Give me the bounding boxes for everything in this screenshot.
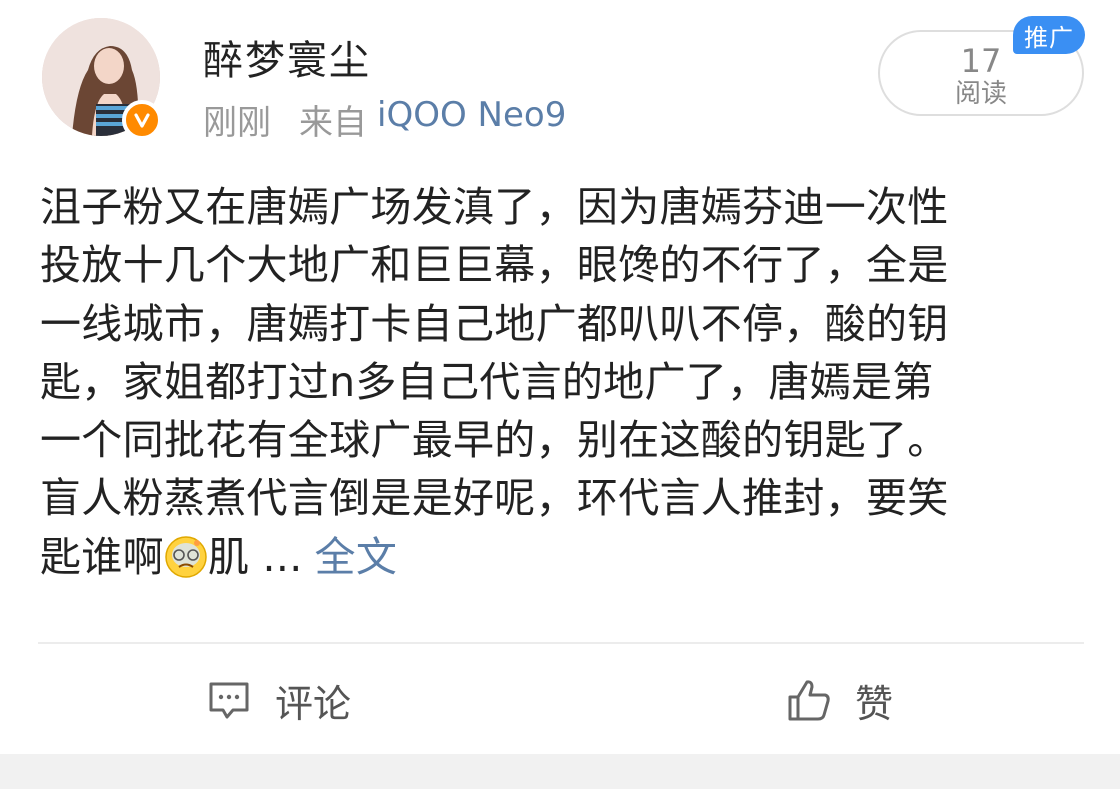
dizzy-face-emoji-icon xyxy=(164,535,208,579)
like-label: 赞 xyxy=(855,681,894,726)
source-label: 来自 xyxy=(299,103,367,143)
like-button[interactable]: 赞 xyxy=(785,670,893,730)
comment-icon xyxy=(205,676,253,724)
post-line: 投放十几个大地广和巨巨幕，眼馋的不行了，全是 xyxy=(40,241,949,290)
post-content[interactable]: 沮子粉又在唐嫣广场发滇了，因为唐嫣芬迪一次性 投放十几个大地广和巨巨幕，眼馋的不… xyxy=(40,178,1090,586)
thumbs-up-icon xyxy=(785,676,833,724)
post-text-fragment: 肌 ... xyxy=(207,532,303,581)
post-source: 来自 iQOO Neo9 xyxy=(299,95,566,144)
post-line: 盲人粉蒸煮代言倒是是好呢，环代言人推封，要笑 xyxy=(40,474,949,523)
post-line: 匙，家姐都打过n多自己代言的地广了，唐嫣是第 xyxy=(40,357,934,406)
post-meta: 刚刚 来自 iQOO Neo9 xyxy=(203,95,566,144)
post-line: 沮子粉又在唐嫣广场发滇了，因为唐嫣芬迪一次性 xyxy=(40,183,949,231)
post-line: 一个同批花有全球广最早的，别在这酸的钥匙了。 xyxy=(40,416,949,465)
verified-badge-icon xyxy=(122,100,162,140)
comment-label: 评论 xyxy=(275,681,352,726)
promo-badge[interactable]: 推广 xyxy=(1013,16,1085,54)
post-line-last: 匙谁啊 肌 ... 全文 xyxy=(40,528,1090,586)
source-device[interactable]: iQOO Neo9 xyxy=(377,95,566,144)
author-name[interactable]: 醉梦寰尘 xyxy=(203,28,371,86)
action-divider xyxy=(38,642,1084,644)
read-label: 阅读 xyxy=(954,79,1007,109)
post-time: 刚刚 xyxy=(203,103,271,143)
feed-separator xyxy=(0,754,1120,789)
post-line: 一线城市，唐嫣打卡自己地广都叭叭不停，酸的钥 xyxy=(40,299,949,348)
full-text-link[interactable]: 全文 xyxy=(315,533,398,581)
post-text-fragment: 匙谁啊 xyxy=(40,532,164,581)
comment-button[interactable]: 评论 xyxy=(205,670,351,730)
